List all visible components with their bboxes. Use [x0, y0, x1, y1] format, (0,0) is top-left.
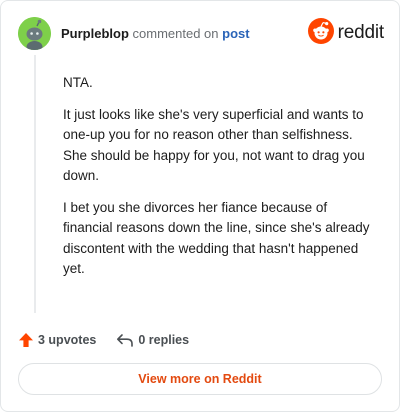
snoo-avatar-icon[interactable]: [18, 17, 51, 50]
comment-paragraph: It just looks like she's very superficia…: [63, 106, 365, 184]
commented-on-label: commented on: [132, 26, 219, 41]
username-link[interactable]: Purpleblop: [61, 26, 129, 41]
thread-line: [34, 55, 36, 313]
reply-arrow-icon: [116, 332, 134, 348]
upvote-button[interactable]: 3 upvotes: [18, 332, 96, 348]
comment-body: NTA. It just looks like she's very super…: [63, 73, 373, 291]
view-more-button[interactable]: View more on Reddit: [18, 363, 382, 395]
upvote-arrow-icon: [18, 332, 34, 348]
comment-embed-card: Purpleblop commented on post reddit NTA.…: [0, 0, 400, 412]
comment-paragraph: NTA.: [63, 75, 93, 90]
post-link[interactable]: post: [222, 26, 249, 41]
reply-button[interactable]: 0 replies: [116, 332, 189, 348]
reddit-logo-icon: [307, 17, 334, 49]
comment-byline: Purpleblop commented on post: [61, 26, 250, 42]
reply-count: 0 replies: [138, 333, 190, 347]
comment-actions: 3 upvotes 0 replies: [18, 330, 189, 350]
reddit-wordmark: reddit: [337, 22, 385, 43]
comment-paragraph: I bet you she divorces her fiance becaus…: [63, 199, 370, 277]
upvote-count: 3 upvotes: [38, 333, 97, 347]
comment-header: Purpleblop commented on post reddit: [18, 17, 384, 51]
reddit-brand-link[interactable]: reddit: [307, 17, 385, 49]
